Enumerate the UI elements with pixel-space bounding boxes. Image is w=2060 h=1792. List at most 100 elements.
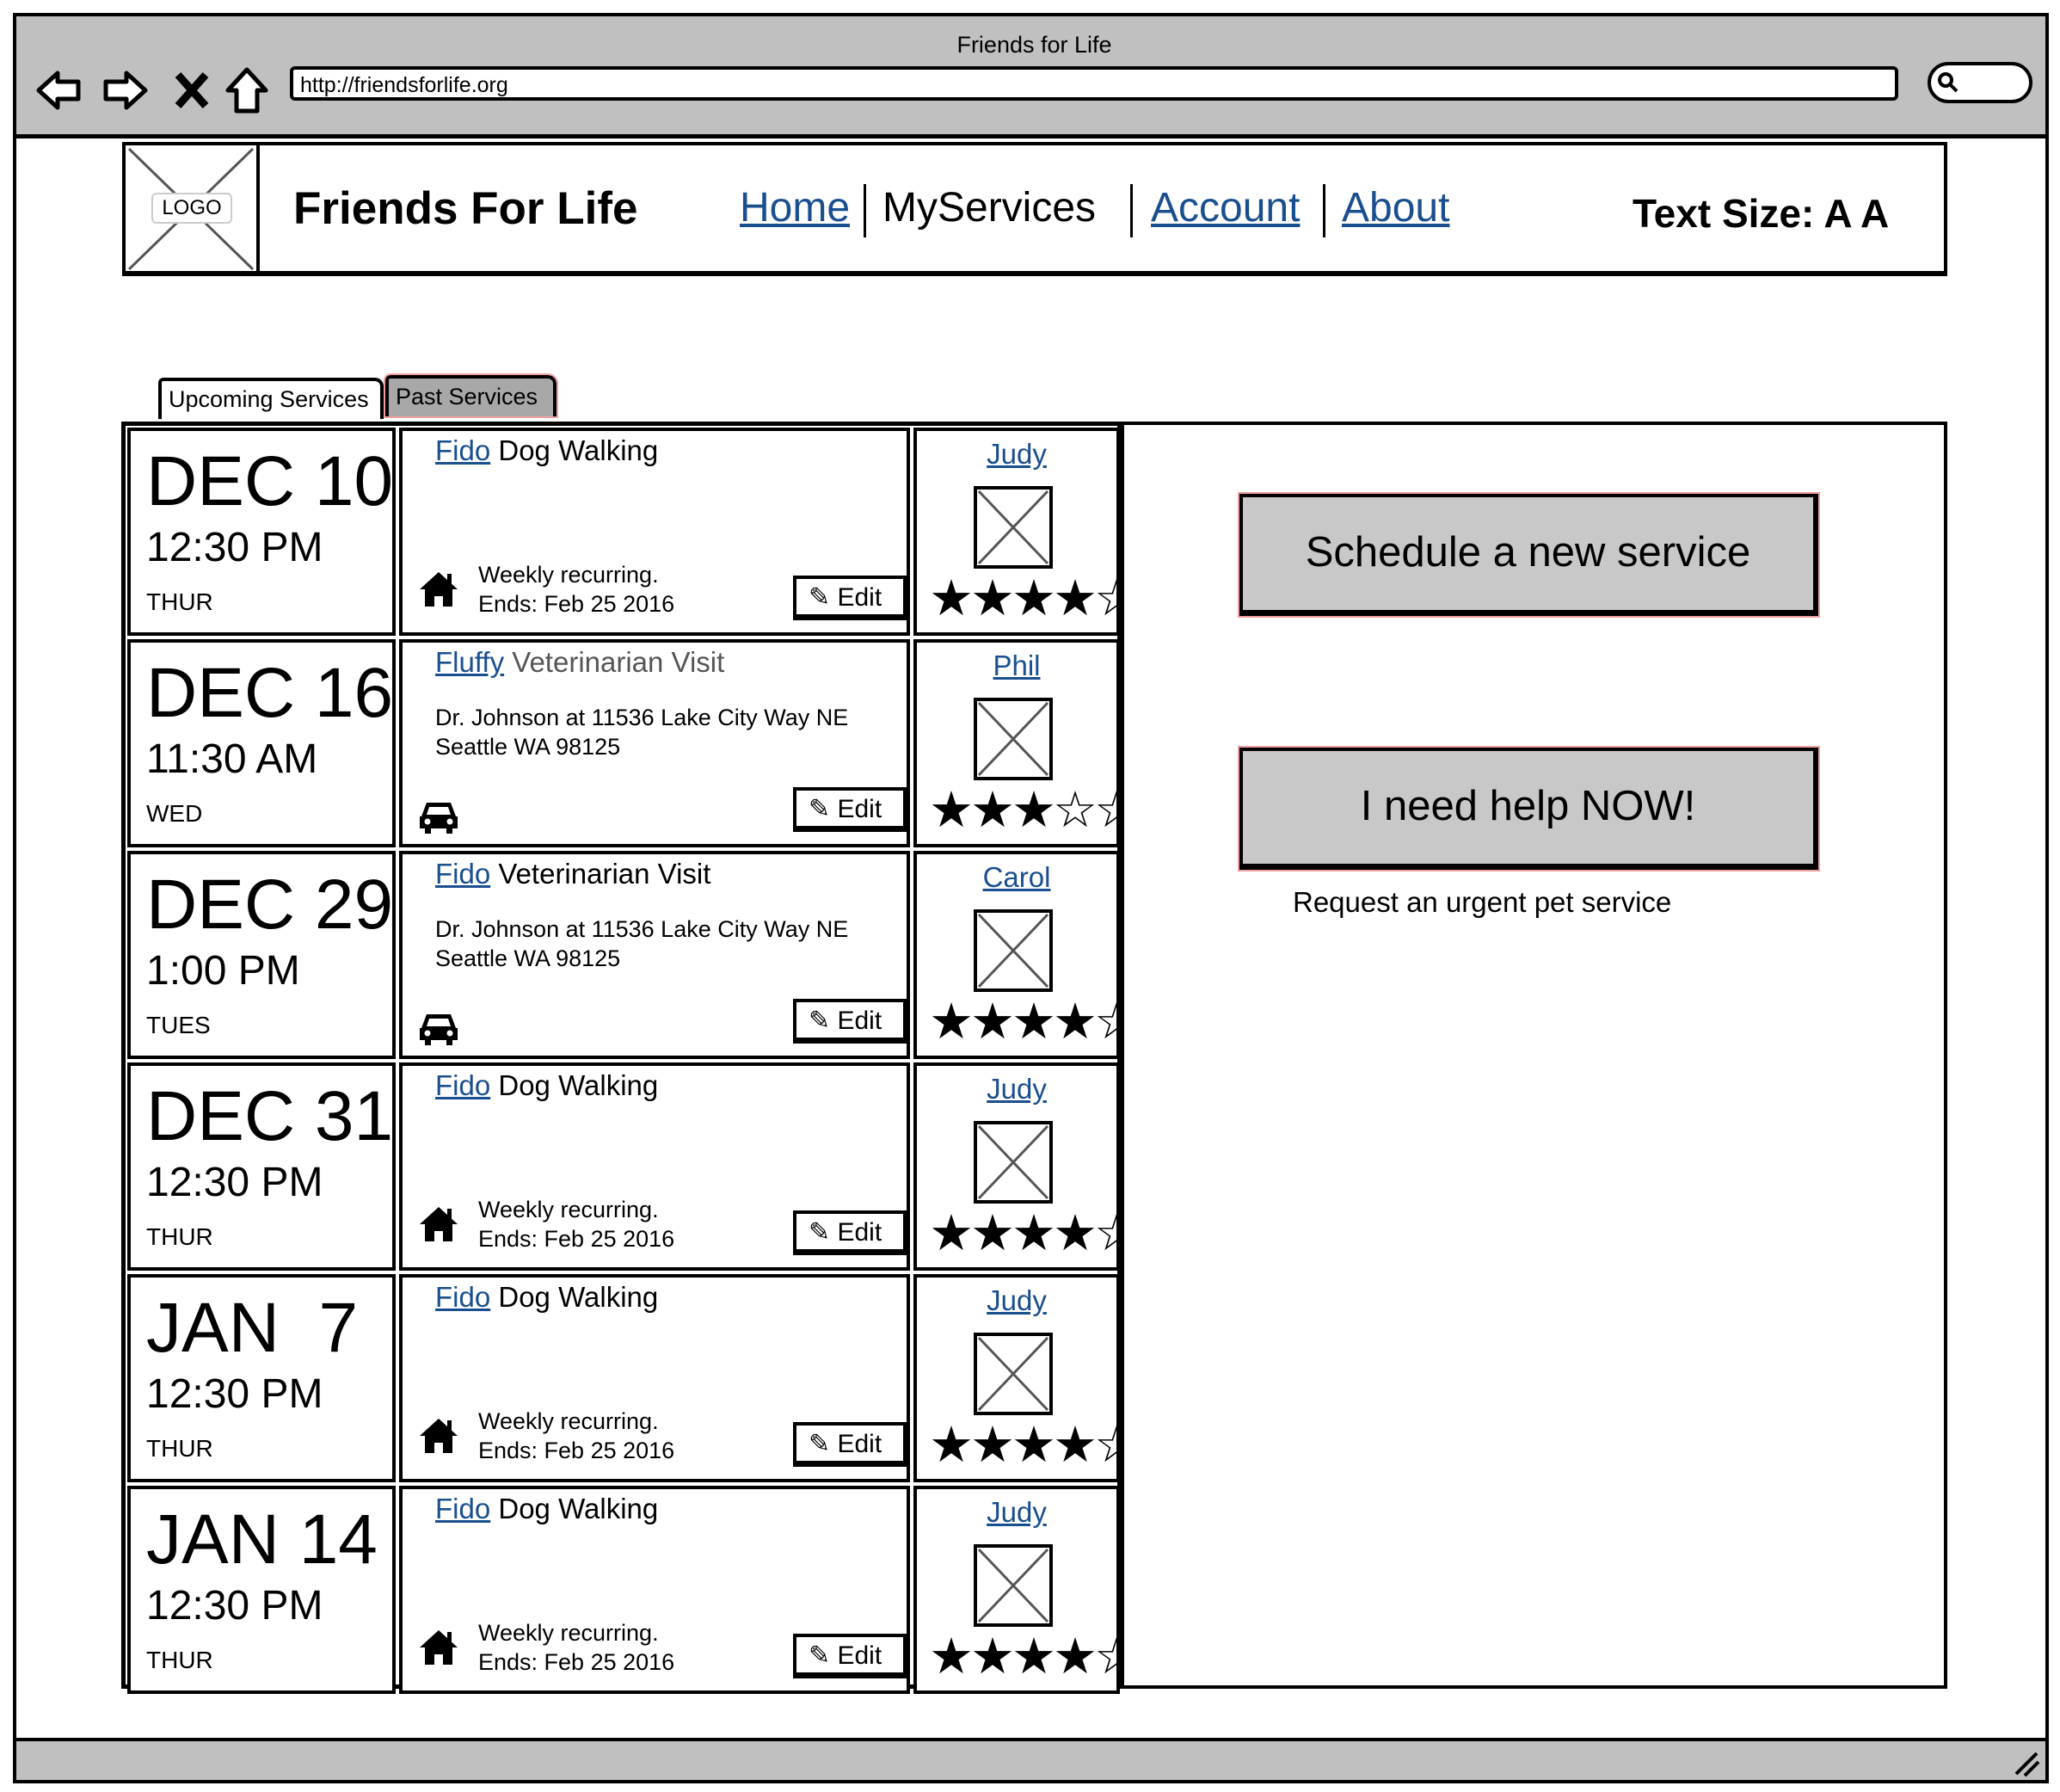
service-description-cell: Fluffy Veterinarian Visit Dr. Johnson at … — [399, 639, 910, 847]
sitter-link[interactable]: Judy — [987, 1284, 1047, 1316]
nav-divider — [1130, 184, 1133, 237]
service-date: DEC 16 — [146, 654, 394, 732]
service-time: 12:30 PM — [146, 1160, 323, 1205]
home-icon — [418, 1415, 459, 1456]
sitter-photo-placeholder — [974, 1544, 1053, 1627]
sitter-link[interactable]: Judy — [987, 1073, 1047, 1105]
home-icon — [418, 1204, 459, 1245]
sitter-cell: Judy ★★★★☆ — [913, 1062, 1139, 1271]
status-bar — [13, 1738, 2049, 1783]
schedule-service-button[interactable]: Schedule a new service — [1238, 492, 1820, 618]
edit-button[interactable]: ✎ Edit — [793, 576, 908, 620]
site-header: LOGO Friends For Life Home MyServices Ac… — [122, 142, 1947, 276]
nav-divider — [1323, 184, 1325, 237]
resize-grip-icon[interactable] — [2011, 1748, 2040, 1777]
service-row: DEC 31 12:30 PM THUR Fido Dog Walking Weekly… — [126, 1061, 1139, 1272]
pencil-icon: ✎ — [809, 1641, 831, 1670]
service-detail-line: Ends: Feb 25 2016 — [478, 1649, 675, 1675]
car-icon — [418, 796, 459, 837]
service-detail-line: Weekly recurring. — [478, 1620, 659, 1646]
service-date-cell: DEC 10 12:30 PM THUR — [127, 428, 396, 636]
service-row: DEC 10 12:30 PM THUR Fido Dog Walking Weekly… — [126, 426, 1139, 637]
pencil-icon: ✎ — [809, 795, 831, 823]
service-detail-line: Dr. Johnson at 11536 Lake City Way NE — [435, 916, 849, 942]
nav-divider — [864, 184, 866, 237]
pet-link[interactable]: Fido — [435, 434, 490, 466]
nav-home[interactable]: Home — [740, 184, 850, 231]
service-weekday: THUR — [146, 1435, 213, 1462]
pencil-icon: ✎ — [809, 1430, 831, 1458]
edit-button[interactable]: ✎ Edit — [793, 1210, 908, 1255]
service-detail-line: Dr. Johnson at 11536 Lake City Way NE — [435, 705, 849, 730]
pet-link[interactable]: Fluffy — [435, 646, 504, 678]
service-row: JAN 7 12:30 PM THUR Fido Dog Walking Weekly … — [126, 1272, 1139, 1484]
star-filled-icon: ★ — [1053, 1629, 1098, 1684]
sitter-rating: ★★★☆☆ — [929, 780, 1139, 839]
star-empty-icon: ☆ — [1053, 782, 1098, 838]
service-row: DEC 16 11:30 AM WED Fluffy Veterinarian Vis… — [126, 637, 1139, 849]
sitter-cell: Judy ★★★★☆ — [913, 428, 1139, 636]
pet-link[interactable]: Fido — [435, 1069, 490, 1101]
pet-link[interactable]: Fido — [435, 1493, 490, 1524]
pet-link[interactable]: Fido — [435, 858, 490, 890]
service-row: JAN 14 12:30 PM THUR Fido Dog Walking Weekly… — [126, 1484, 1139, 1696]
service-date-cell: JAN 14 12:30 PM THUR — [127, 1486, 396, 1694]
service-description-cell: Fido Dog Walking Weekly recurring. Ends: F… — [399, 1274, 910, 1482]
edit-label: Edit — [837, 1007, 882, 1035]
service-type: Veterinarian Visit — [512, 646, 725, 678]
edit-button[interactable]: ✎ Edit — [793, 787, 908, 832]
pet-link[interactable]: Fido — [435, 1281, 490, 1313]
service-row: DEC 29 1:00 PM TUES Fido Veterinarian Visit… — [126, 849, 1139, 1061]
edit-label: Edit — [837, 1641, 882, 1670]
back-arrow-icon[interactable] — [35, 66, 83, 114]
sitter-link[interactable]: Carol — [983, 861, 1051, 893]
window-title: Friends for Life — [956, 32, 1112, 58]
sitter-photo-placeholder — [974, 698, 1053, 780]
star-filled-icon: ★ — [1012, 782, 1056, 838]
service-title: Fido Veterinarian Visit — [435, 858, 710, 890]
nav-myservices[interactable]: MyServices — [882, 184, 1096, 231]
service-description-cell: Fido Dog Walking Weekly recurring. Ends: F… — [399, 428, 910, 636]
service-detail-line: Ends: Feb 25 2016 — [478, 1438, 675, 1463]
pencil-icon: ✎ — [809, 1007, 831, 1035]
nav-about[interactable]: About — [1342, 184, 1449, 231]
sitter-link[interactable]: Phil — [993, 650, 1040, 681]
urgent-help-button[interactable]: I need help NOW! — [1238, 746, 1820, 871]
service-title: Fido Dog Walking — [435, 1281, 658, 1314]
address-bar[interactable]: http://friendsforlife.org — [290, 66, 1898, 101]
logo-placeholder: LOGO — [126, 145, 260, 273]
star-filled-icon: ★ — [1012, 570, 1056, 626]
search-field[interactable] — [1928, 62, 2032, 103]
service-details: Dr. Johnson at 11536 Lake City Way NE Sea… — [435, 703, 848, 761]
tab-upcoming-services[interactable]: Upcoming Services — [158, 378, 384, 419]
service-detail-line: Ends: Feb 25 2016 — [478, 1226, 675, 1252]
sitter-link[interactable]: Judy — [987, 1496, 1047, 1528]
sitter-link[interactable]: Judy — [987, 438, 1047, 470]
star-filled-icon: ★ — [1053, 570, 1098, 626]
nav-account[interactable]: Account — [1151, 184, 1300, 231]
urgent-help-caption: Request an urgent pet service — [1293, 886, 1672, 918]
forward-arrow-icon[interactable] — [101, 66, 149, 114]
star-filled-icon: ★ — [1012, 1629, 1056, 1684]
service-description-cell: Fido Dog Walking Weekly recurring. Ends: F… — [399, 1062, 910, 1271]
service-date-cell: DEC 29 1:00 PM TUES — [127, 851, 396, 1059]
service-date: DEC 10 — [146, 442, 394, 520]
service-detail-line: Seattle WA 98125 — [435, 734, 621, 760]
service-details: Weekly recurring. Ends: Feb 25 2016 — [478, 1407, 674, 1465]
star-filled-icon: ★ — [1053, 1205, 1098, 1261]
sitter-cell: Judy ★★★★☆ — [913, 1486, 1139, 1694]
star-filled-icon: ★ — [1053, 1417, 1098, 1473]
text-size-control[interactable]: Text Size: A A — [1633, 190, 1889, 237]
service-title: Fido Dog Walking — [435, 434, 658, 467]
edit-button[interactable]: ✎ Edit — [793, 1634, 908, 1678]
service-date-cell: DEC 16 11:30 AM WED — [127, 639, 396, 847]
home-nav-icon[interactable] — [223, 66, 271, 114]
pencil-icon: ✎ — [809, 583, 831, 612]
edit-label: Edit — [837, 1218, 882, 1247]
stop-icon[interactable] — [168, 66, 216, 114]
service-description-cell: Fido Dog Walking Weekly recurring. Ends: F… — [399, 1486, 910, 1694]
edit-label: Edit — [837, 795, 882, 823]
edit-button[interactable]: ✎ Edit — [793, 1422, 908, 1467]
tab-past-services[interactable]: Past Services — [384, 373, 558, 418]
edit-button[interactable]: ✎ Edit — [793, 999, 908, 1044]
